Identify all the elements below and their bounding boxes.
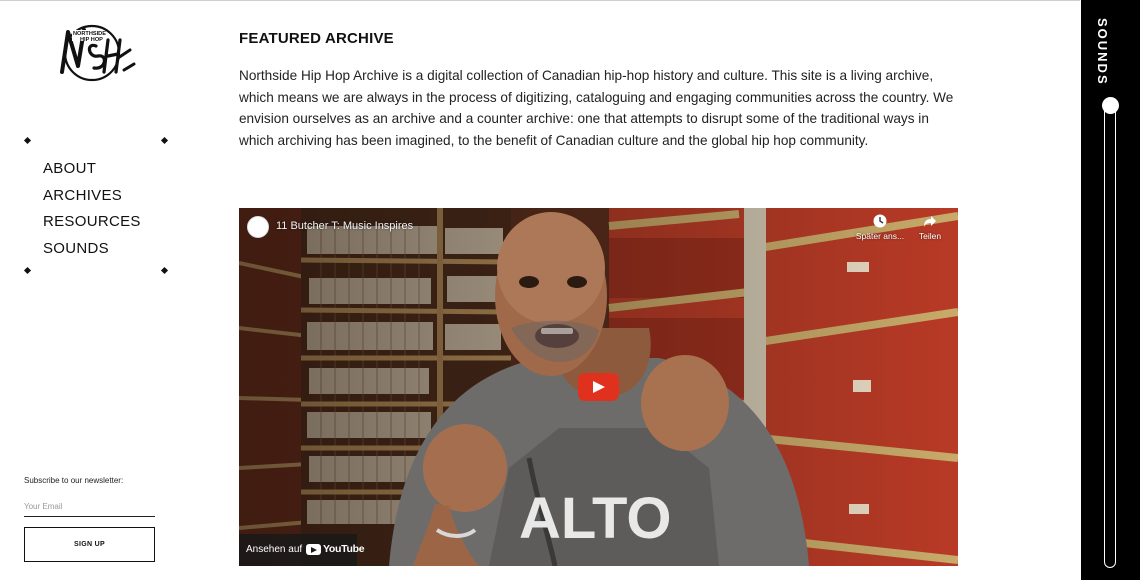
nav-item-sounds[interactable]: SOUNDS	[43, 236, 141, 263]
video-title[interactable]: 11 Butcher T: Music Inspires	[276, 220, 413, 232]
logo-nshh-icon: NORTHSIDE HIP HOP	[60, 24, 136, 82]
sounds-panel: SOUNDS	[1081, 0, 1140, 580]
clock-icon	[873, 214, 887, 228]
main-nav: ABOUT ARCHIVES RESOURCES SOUNDS	[43, 156, 141, 262]
svg-text:HIP HOP: HIP HOP	[80, 37, 103, 43]
newsletter-label: Subscribe to our newsletter:	[24, 476, 124, 485]
youtube-icon	[306, 544, 321, 555]
volume-slider-track[interactable]	[1104, 100, 1116, 568]
nav-item-archives[interactable]: ARCHIVES	[43, 183, 141, 210]
intro-paragraph: Northside Hip Hop Archive is a digital c…	[239, 68, 954, 148]
channel-avatar[interactable]	[247, 216, 269, 238]
play-icon	[593, 381, 605, 393]
watch-on-label: Ansehen auf	[246, 544, 303, 555]
signup-button[interactable]: SIGN UP	[24, 527, 155, 562]
sounds-label[interactable]: SOUNDS	[1095, 18, 1110, 86]
volume-slider-thumb[interactable]	[1102, 97, 1119, 114]
nav-item-about[interactable]: ABOUT	[43, 156, 141, 183]
svg-text:ALTO: ALTO	[519, 486, 672, 551]
decorative-diamond	[160, 136, 169, 145]
nav-item-resources[interactable]: RESOURCES	[43, 209, 141, 236]
page-title: FEATURED ARCHIVE	[239, 30, 394, 47]
email-field[interactable]	[24, 497, 155, 517]
youtube-wordmark: YouTube	[323, 543, 365, 555]
video-player[interactable]: ALTO 11 Butcher T: Music Inspires Später…	[239, 208, 958, 566]
decorative-diamond	[160, 266, 169, 275]
decorative-diamond	[23, 266, 32, 275]
decorative-diamond	[23, 136, 32, 145]
share-icon	[924, 216, 936, 227]
sidebar: NORTHSIDE HIP HOP ABOUT ARCHIVES RESOURC…	[0, 0, 190, 580]
site-logo[interactable]: NORTHSIDE HIP HOP	[56, 20, 136, 84]
share-button[interactable]: Teilen	[900, 214, 958, 241]
share-label: Teilen	[918, 231, 942, 241]
watch-on-youtube-button[interactable]: Ansehen auf YouTube	[239, 534, 365, 566]
play-button[interactable]	[578, 373, 619, 401]
